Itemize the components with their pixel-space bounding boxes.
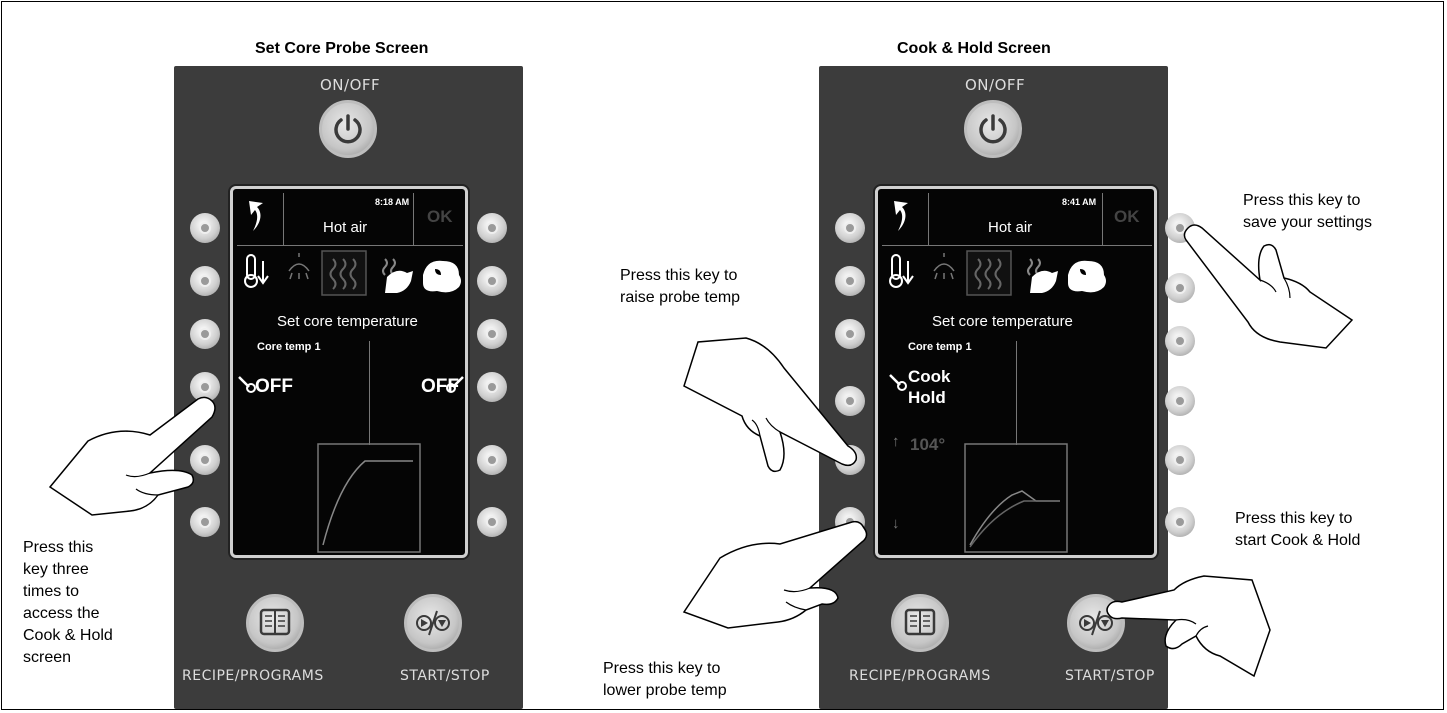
side-key-left-2[interactable] (190, 266, 220, 296)
back-arrow-icon[interactable] (888, 197, 918, 237)
back-arrow-icon[interactable] (243, 197, 273, 237)
probe-temp-value: 104° (910, 435, 946, 454)
probe-icon (446, 376, 464, 393)
up-arrow-icon: ↑ (892, 433, 900, 450)
start-stop-button[interactable] (404, 594, 462, 652)
pointing-hand-icon (1183, 224, 1354, 349)
side-key-right-1[interactable] (477, 213, 507, 243)
panel-title: Set Core Probe Screen (255, 40, 429, 57)
start-stop-label: START/STOP (400, 668, 490, 684)
pointing-hand-icon (1106, 575, 1271, 678)
control-panel-left: ON/OFF 8:18 AM Hot air OK Set core tempe… (174, 66, 523, 709)
side-key-right-4[interactable] (477, 372, 507, 402)
steam-icon (288, 253, 310, 280)
pointing-hand-icon (683, 337, 858, 473)
panel-title: Cook & Hold Screen (897, 40, 1051, 57)
side-key-right-2[interactable] (477, 266, 507, 296)
combi-icon (1027, 258, 1106, 293)
note-lower-probe: Press this key to lower probe temp (603, 660, 727, 699)
recipe-programs-button[interactable] (891, 594, 949, 652)
recipe-book-icon (904, 608, 936, 636)
probe-icon (889, 374, 907, 391)
power-icon (334, 114, 362, 144)
cook-label[interactable]: Cook (908, 367, 951, 387)
clock-time: 8:41 AM (1062, 197, 1097, 207)
recipe-programs-label: RECIPE/PROGRAMS (182, 668, 324, 684)
mode-icons-row (889, 250, 1106, 296)
side-key-right-5[interactable] (477, 445, 507, 475)
mode-icons-row (244, 250, 461, 296)
mode-label: Hot air (988, 219, 1033, 236)
on-off-label: ON/OFF (965, 76, 1026, 94)
side-key-left-1[interactable] (835, 213, 865, 243)
core-temp-label: Core temp 1 (257, 341, 321, 353)
core-temp-label: Core temp 1 (908, 341, 972, 353)
display-screen: 8:41 AM Hot air OK Set core temperature … (875, 186, 1157, 558)
mode-label: Hot air (323, 219, 368, 236)
cook-hold-curve (964, 443, 1068, 553)
down-arrow-icon: ↓ (892, 515, 900, 532)
on-off-label: ON/OFF (320, 76, 381, 94)
side-key-left-3[interactable] (190, 319, 220, 349)
recipe-programs-button[interactable] (246, 594, 304, 652)
side-key-left-1[interactable] (190, 213, 220, 243)
core-temp-curve (317, 443, 421, 553)
thermometer-down-icon (244, 254, 269, 288)
ok-label[interactable]: OK (427, 207, 453, 227)
display-screen: 8:18 AM Hot air OK Set core temperature … (230, 186, 468, 558)
power-button[interactable] (964, 100, 1022, 158)
start-stop-icon (416, 610, 450, 636)
power-button[interactable] (319, 100, 377, 158)
note-start-cook-hold: Press this key to start Cook & Hold (1235, 510, 1361, 549)
note-raise-probe: Press this key to raise probe temp (620, 267, 741, 306)
pointing-hand-icon (48, 396, 216, 516)
screen-title: Set core temperature (277, 313, 418, 330)
recipe-programs-label: RECIPE/PROGRAMS (849, 668, 991, 684)
power-icon (979, 114, 1007, 144)
hot-air-icon (321, 250, 367, 296)
note-access-cook-hold: Press this key three times to access the… (23, 539, 113, 666)
thermometer-down-icon (889, 254, 914, 288)
combi-icon (382, 258, 461, 293)
screen-title: Set core temperature (932, 313, 1073, 330)
side-key-right-6[interactable] (477, 507, 507, 537)
steam-icon (933, 253, 955, 280)
clock-time: 8:18 AM (375, 197, 410, 207)
hot-air-icon (966, 250, 1012, 296)
side-key-right-3[interactable] (477, 319, 507, 349)
side-key-right-6[interactable] (1165, 507, 1195, 537)
side-key-left-2[interactable] (835, 266, 865, 296)
hold-label[interactable]: Hold (908, 388, 946, 408)
pointing-hand-icon (682, 520, 868, 629)
ok-label[interactable]: OK (1114, 207, 1140, 227)
recipe-book-icon (259, 608, 291, 636)
side-key-right-4[interactable] (1165, 386, 1195, 416)
left-probe-value[interactable]: OFF (255, 376, 293, 398)
side-key-right-5[interactable] (1165, 445, 1195, 475)
